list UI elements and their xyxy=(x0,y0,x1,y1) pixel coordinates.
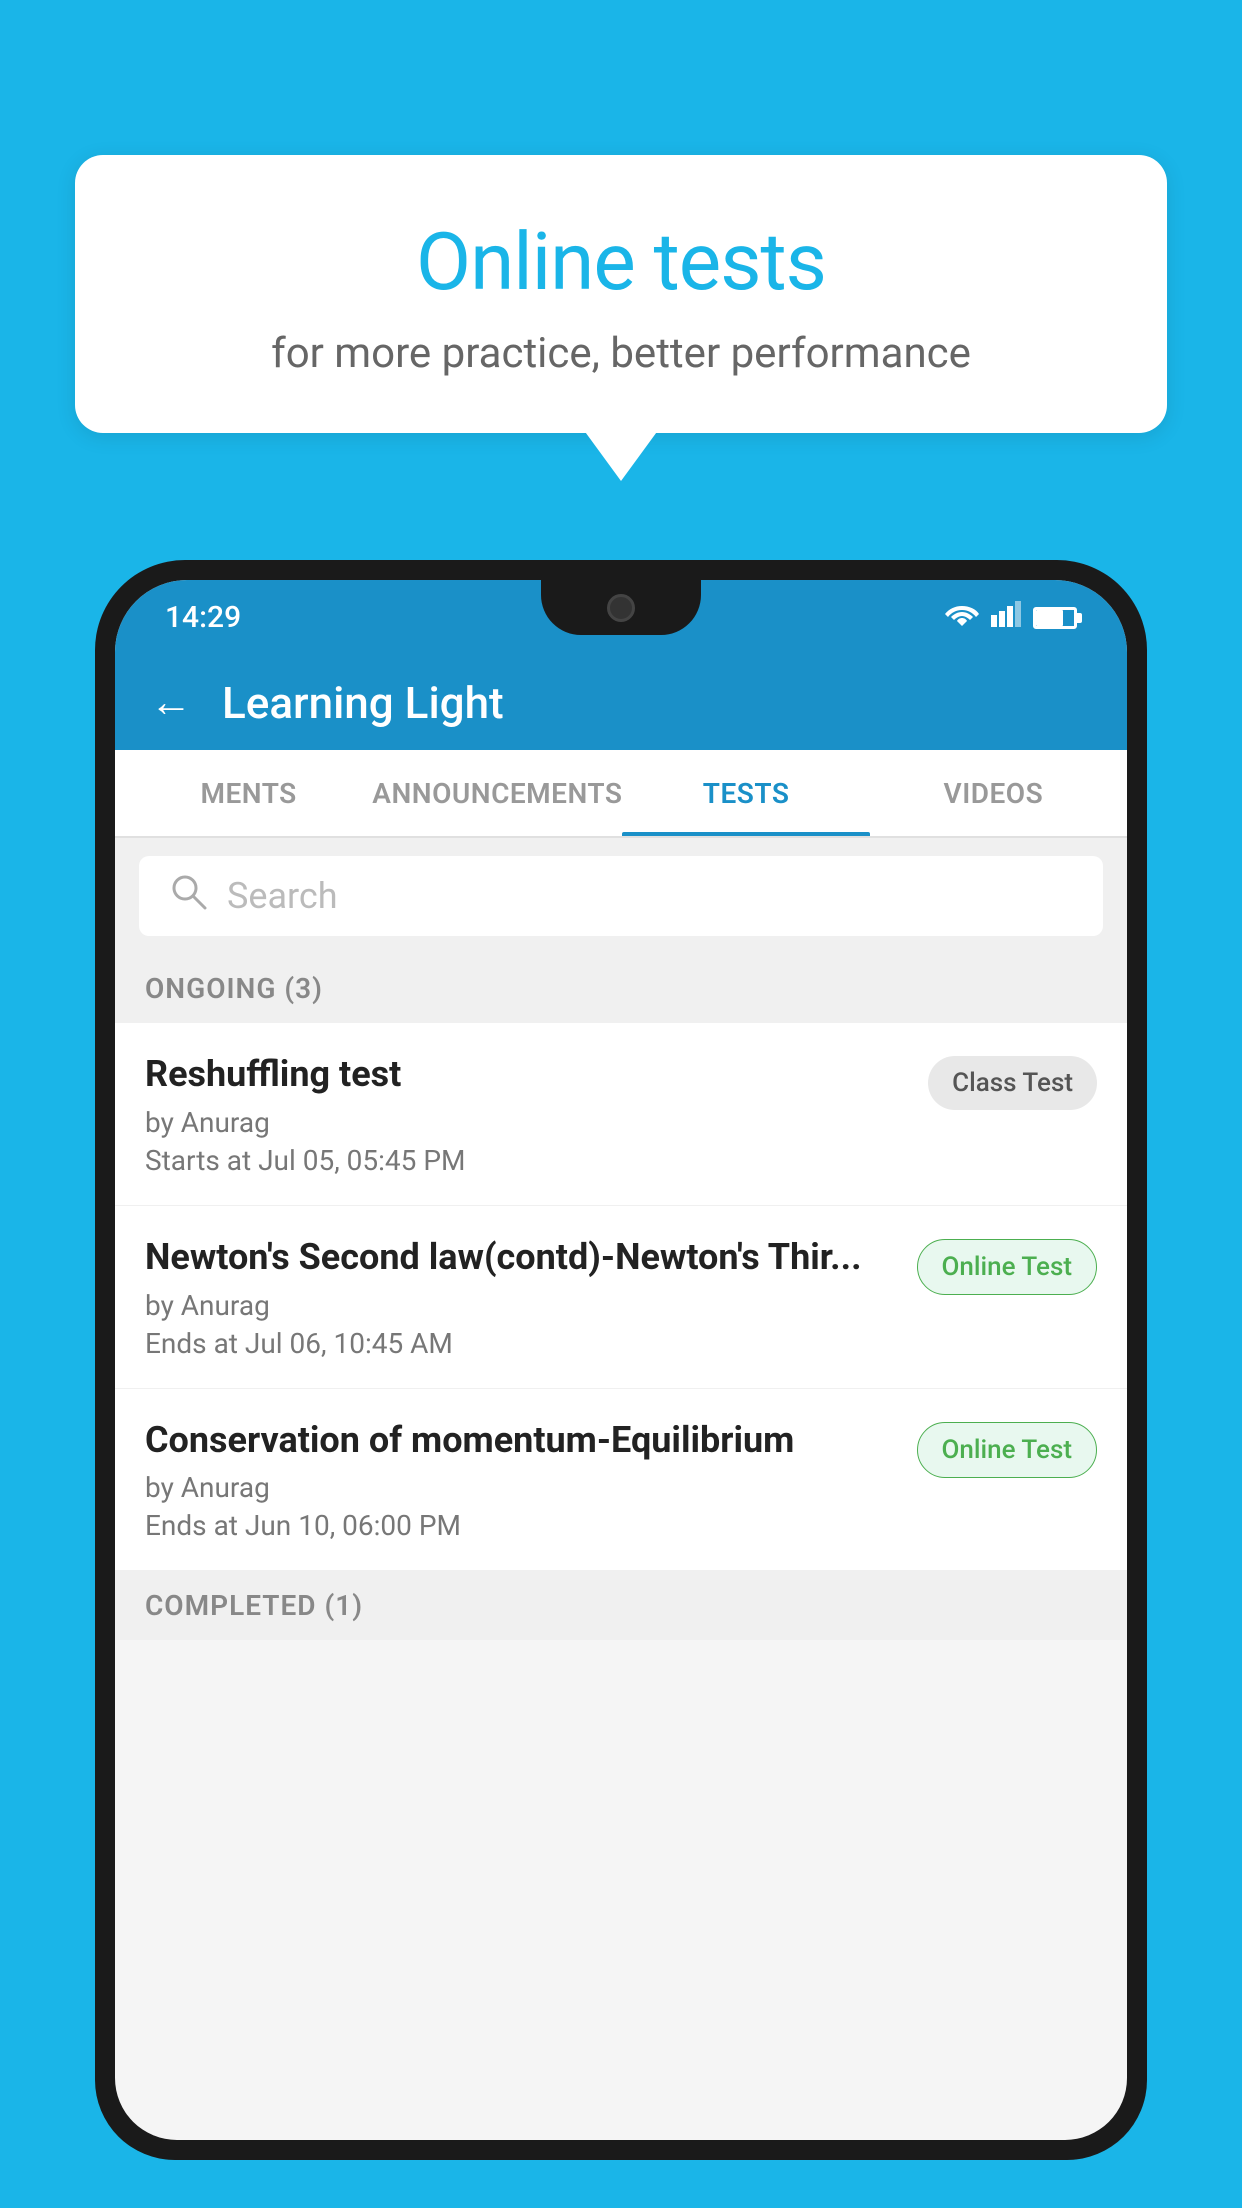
app-header: ← Learning Light xyxy=(115,655,1127,750)
search-container: Search xyxy=(115,838,1127,954)
wifi-icon xyxy=(945,601,979,634)
completed-label: COMPLETED (1) xyxy=(145,1589,363,1622)
test-item[interactable]: Reshuffling test by Anurag Starts at Jul… xyxy=(115,1023,1127,1206)
test-title: Reshuffling test xyxy=(145,1051,908,1098)
search-icon xyxy=(169,872,207,920)
test-by: by Anurag xyxy=(145,1471,897,1504)
tab-videos[interactable]: VIDEOS xyxy=(870,750,1117,836)
tab-ments[interactable]: MENTS xyxy=(125,750,372,836)
camera-dot xyxy=(607,594,635,622)
test-by: by Anurag xyxy=(145,1106,908,1139)
search-box[interactable]: Search xyxy=(139,856,1103,936)
test-badge-online: Online Test xyxy=(917,1422,1098,1478)
test-item-left: Conservation of momentum-Equilibrium by … xyxy=(145,1417,917,1543)
bubble-subtitle: for more practice, better performance xyxy=(135,329,1107,378)
back-button[interactable]: ← xyxy=(150,678,192,727)
battery-icon xyxy=(1033,607,1077,629)
app-title: Learning Light xyxy=(222,677,504,729)
tab-tests[interactable]: TESTS xyxy=(622,750,869,836)
phone-outer: 14:29 ← Le xyxy=(95,560,1147,2160)
bubble-title: Online tests xyxy=(135,215,1107,309)
notch xyxy=(541,580,701,635)
phone-inner: 14:29 ← Le xyxy=(115,580,1127,2140)
test-title: Conservation of momentum-Equilibrium xyxy=(145,1417,897,1464)
test-time: Starts at Jul 05, 05:45 PM xyxy=(145,1144,908,1177)
test-by: by Anurag xyxy=(145,1289,897,1322)
status-time: 14:29 xyxy=(165,600,241,635)
ongoing-section-header: ONGOING (3) xyxy=(115,954,1127,1023)
test-badge-class: Class Test xyxy=(928,1056,1097,1110)
phone-container: 14:29 ← Le xyxy=(95,560,1147,2208)
speech-bubble-container: Online tests for more practice, better p… xyxy=(75,155,1167,433)
test-time: Ends at Jul 06, 10:45 AM xyxy=(145,1327,897,1360)
completed-section-header: COMPLETED (1) xyxy=(115,1571,1127,1640)
test-item[interactable]: Conservation of momentum-Equilibrium by … xyxy=(115,1389,1127,1572)
speech-bubble: Online tests for more practice, better p… xyxy=(75,155,1167,433)
test-list: Reshuffling test by Anurag Starts at Jul… xyxy=(115,1023,1127,1571)
tab-announcements[interactable]: ANNOUNCEMENTS xyxy=(372,750,622,836)
test-badge-online: Online Test xyxy=(917,1239,1098,1295)
tabs-bar: MENTS ANNOUNCEMENTS TESTS VIDEOS xyxy=(115,750,1127,838)
test-time: Ends at Jun 10, 06:00 PM xyxy=(145,1509,897,1542)
test-item-left: Reshuffling test by Anurag Starts at Jul… xyxy=(145,1051,928,1177)
signal-icon xyxy=(991,601,1021,634)
search-placeholder: Search xyxy=(227,875,338,917)
test-item[interactable]: Newton's Second law(contd)-Newton's Thir… xyxy=(115,1206,1127,1389)
ongoing-label: ONGOING (3) xyxy=(145,972,323,1005)
test-item-left: Newton's Second law(contd)-Newton's Thir… xyxy=(145,1234,917,1360)
status-bar: 14:29 xyxy=(115,580,1127,655)
test-title: Newton's Second law(contd)-Newton's Thir… xyxy=(145,1234,897,1281)
status-icons xyxy=(945,601,1077,634)
